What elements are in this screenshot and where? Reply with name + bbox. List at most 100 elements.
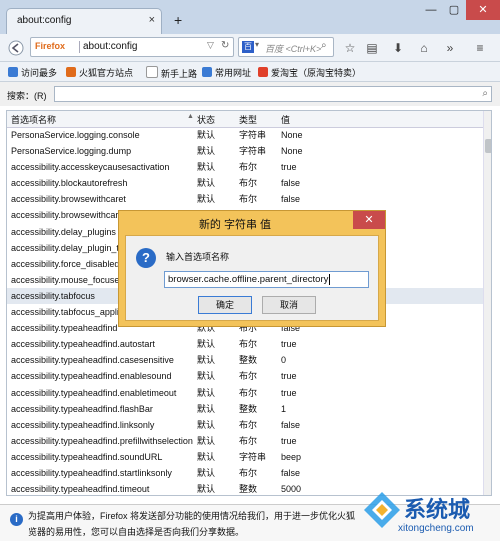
pref-name: accessibility.typeaheadfind.timeout	[11, 484, 150, 495]
page-icon	[146, 66, 158, 78]
table-row[interactable]: accessibility.typeaheadfind.prefillwiths…	[7, 433, 483, 449]
vertical-scrollbar[interactable]	[483, 111, 491, 495]
table-row[interactable]: PersonaService.logging.console 默认 字符串 None	[7, 127, 483, 143]
column-header-type[interactable]: 类型	[239, 113, 257, 126]
pref-type: 布尔	[239, 162, 258, 173]
pref-name: accessibility.browsewithcaret	[11, 194, 126, 205]
identity-label[interactable]: Firefox	[35, 41, 65, 51]
bookmark-most-visited[interactable]: 访问最多	[8, 66, 57, 79]
search-input[interactable]: ⌕	[54, 86, 492, 102]
tab-title: about:config	[17, 15, 72, 26]
bookmarks-menu-icon[interactable]: ▤	[364, 40, 380, 56]
table-row[interactable]: accessibility.accesskeycausesactivation 默…	[7, 159, 483, 175]
new-tab-button[interactable]: +	[174, 12, 182, 28]
pref-status: 默认	[197, 355, 216, 366]
more-tools-icon[interactable]: »	[442, 40, 458, 56]
search-engine-dropdown-icon[interactable]: ▾	[255, 40, 259, 49]
bookmark-folder-icon	[8, 67, 18, 77]
url-dropdown-icon[interactable]: ▽	[207, 40, 214, 51]
notification-text-line2: 览器的易用性，您可以自由选择是否向我们分享数据。	[28, 527, 245, 537]
table-row[interactable]: accessibility.typeaheadfind.linksonly 默认 布…	[7, 417, 483, 433]
dialog-title: 新的 字符串 值	[198, 219, 272, 231]
table-row[interactable]: accessibility.typeaheadfind.enablesound 默…	[7, 368, 483, 384]
pref-type: 布尔	[239, 467, 258, 478]
home-icon[interactable]: ⌂	[416, 40, 432, 56]
table-row[interactable]: accessibility.typeaheadfind.startlinkson…	[7, 465, 483, 481]
bookmark-firefox-site[interactable]: 火狐官方站点	[66, 66, 133, 79]
watermark-url: xitongcheng.com	[398, 523, 474, 534]
pref-value: beep	[281, 451, 302, 462]
reload-icon[interactable]: ↻	[221, 40, 229, 51]
back-icon[interactable]	[8, 40, 24, 56]
filter-label: 搜索：(R)	[7, 91, 47, 101]
pref-status: 默认	[197, 435, 216, 446]
pref-status: 默认	[197, 467, 216, 478]
table-row[interactable]: accessibility.typeaheadfind.soundURL 默认 字符…	[7, 449, 483, 465]
pref-status: 默认	[197, 194, 216, 205]
tab-close-icon[interactable]: ×	[149, 14, 155, 26]
bookmarks-toolbar: 访问最多 火狐官方站点 新手上路 常用网址 爱淘宝（原淘宝特卖）	[0, 62, 500, 82]
minimize-button[interactable]: —	[420, 0, 442, 20]
pref-name: accessibility.typeaheadfind.enabletimeou…	[11, 387, 177, 398]
table-row[interactable]: accessibility.typeaheadfind.autostart 默认 布…	[7, 336, 483, 352]
pref-value: None	[281, 146, 303, 157]
maximize-button[interactable]: ▢	[443, 0, 465, 20]
search-icon[interactable]: ⌕	[482, 88, 488, 99]
column-header-name[interactable]: 首选项名称	[11, 113, 56, 126]
bookmark-label: 新手上路	[161, 69, 198, 79]
search-bar[interactable]: 百 ▾ 百度 <Ctrl+K> ⌕	[238, 37, 334, 57]
pref-type: 布尔	[239, 178, 258, 189]
search-engine-icon[interactable]: 百	[242, 41, 254, 53]
downloads-icon[interactable]: ⬇	[390, 40, 406, 56]
navigation-toolbar: Firefox about:config ▽ ↻ 百 ▾ 百度 <Ctrl+K>…	[0, 34, 500, 62]
pref-name: PersonaService.logging.console	[11, 130, 140, 140]
scrollbar-thumb[interactable]	[485, 139, 491, 153]
url-bar[interactable]: Firefox about:config ▽ ↻	[30, 37, 234, 57]
pref-status: 默认	[197, 419, 216, 430]
table-row[interactable]: accessibility.browsewithcaret 默认 布尔 false	[7, 191, 483, 207]
dialog-close-button[interactable]: ✕	[353, 211, 385, 229]
table-row[interactable]: PersonaService.logging.dump 默认 字符串 None	[7, 143, 483, 159]
pref-status: 默认	[197, 451, 216, 462]
menu-icon[interactable]: ≡	[472, 40, 488, 56]
watermark: 系统城 xitongcheng.com	[358, 488, 500, 540]
table-row[interactable]: accessibility.typeaheadfind.casesensitiv…	[7, 352, 483, 368]
question-icon: ?	[136, 248, 156, 268]
pref-type: 布尔	[239, 435, 258, 446]
column-header-status[interactable]: 状态	[197, 113, 215, 126]
pref-type: 字符串	[239, 451, 267, 462]
preference-name-input[interactable]: browser.cache.offline.parent_directory	[164, 271, 369, 288]
tab-about-config[interactable]: about:config ×	[6, 8, 162, 34]
pref-name: PersonaService.logging.dump	[11, 146, 132, 157]
pref-value: 1	[281, 403, 287, 414]
pref-name: accessibility.blockautorefresh	[11, 178, 128, 189]
table-row[interactable]: accessibility.typeaheadfind.enabletimeou…	[7, 385, 483, 401]
pref-name: accessibility.typeaheadfind.prefillwiths…	[11, 435, 193, 446]
bookmark-getting-started[interactable]: 新手上路	[146, 66, 197, 80]
cancel-button[interactable]: 取消	[262, 296, 316, 314]
pref-status: 默认	[197, 178, 216, 189]
pref-status: 默认	[197, 371, 216, 382]
ok-button[interactable]: 确定	[198, 296, 252, 314]
bookmark-common-sites[interactable]: 常用网址	[202, 66, 251, 79]
bookmark-ai-taobao[interactable]: 爱淘宝（原淘宝特卖）	[258, 66, 361, 79]
pref-name: accessibility.typeaheadfind.autostart	[11, 339, 155, 350]
pref-type: 整数	[239, 403, 258, 414]
search-icon[interactable]: ⌕	[321, 40, 327, 51]
table-row[interactable]: accessibility.blockautorefresh 默认 布尔 false	[7, 175, 483, 191]
pref-type: 布尔	[239, 371, 258, 382]
bookmark-star-icon[interactable]: ☆	[342, 40, 358, 56]
pref-status: 默认	[197, 162, 216, 173]
url-text[interactable]: about:config	[83, 41, 138, 52]
pref-status: 默认	[197, 146, 216, 157]
pref-type: 布尔	[239, 339, 258, 350]
window-close-button[interactable]: ✕	[466, 0, 500, 20]
bookmark-label: 访问最多	[21, 68, 58, 78]
pref-type: 布尔	[239, 419, 258, 430]
pref-name: accessibility.typeaheadfind.enablesound	[11, 371, 172, 382]
table-row[interactable]: accessibility.typeaheadfind.flashBar 默认 整数…	[7, 401, 483, 417]
info-icon: i	[10, 513, 23, 526]
column-header-value[interactable]: 值	[281, 113, 290, 126]
pref-type: 字符串	[239, 146, 267, 157]
pref-name: accessibility.typeaheadfind.flashBar	[11, 403, 153, 414]
